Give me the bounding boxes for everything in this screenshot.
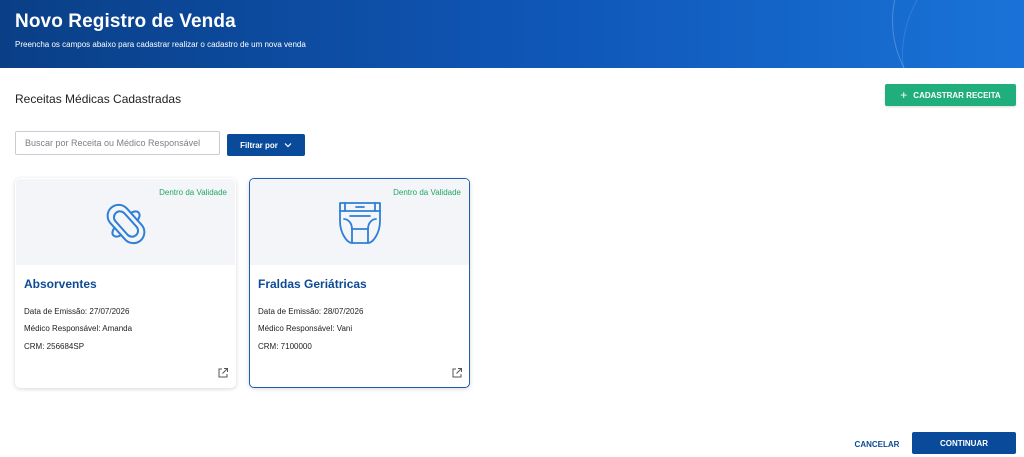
card-image-area: Dentro da Validade — [250, 179, 469, 265]
sanitary-pad-icon — [106, 203, 145, 245]
card-image-area: Dentro da Validade — [16, 179, 235, 265]
page-subtitle: Preencha os campos abaixo para cadastrar… — [15, 40, 306, 49]
card-title: Absorventes — [24, 277, 97, 291]
responsible-doctor: Médico Responsável: Amanda — [24, 324, 133, 333]
section-title: Receitas Médicas Cadastradas — [15, 92, 182, 106]
external-link-icon[interactable] — [217, 367, 229, 379]
issue-date: Data de Emissão: 28/07/2026 — [258, 307, 364, 316]
plus-icon: + — [900, 88, 908, 102]
issue-date: Data de Emissão: 27/07/2026 — [24, 307, 130, 316]
register-prescription-button[interactable]: + CADASTRAR RECEITA — [885, 84, 1016, 106]
header-decoration — [902, 0, 1024, 68]
page-header: Novo Registro de Venda Preencha os campo… — [0, 0, 1024, 68]
prescription-card[interactable]: Dentro da Validade Absorventes Data de E… — [15, 178, 236, 388]
chevron-down-icon — [284, 143, 292, 148]
validity-badge: Dentro da Validade — [159, 188, 227, 197]
filter-button[interactable]: Filtrar por — [227, 134, 305, 156]
register-prescription-label: CADASTRAR RECEITA — [913, 90, 1001, 100]
cancel-button[interactable]: CANCELAR — [848, 434, 906, 454]
filter-label: Filtrar por — [240, 140, 278, 150]
prescription-card[interactable]: Dentro da Validade Fraldas Geriátricas D… — [249, 178, 470, 388]
external-link-icon[interactable] — [451, 367, 463, 379]
search-input[interactable] — [15, 131, 220, 155]
diaper-icon — [338, 202, 381, 244]
validity-badge: Dentro da Validade — [393, 188, 461, 197]
card-title: Fraldas Geriátricas — [258, 277, 367, 291]
crm-number: CRM: 256684SP — [24, 342, 85, 351]
crm-number: CRM: 7100000 — [258, 342, 312, 351]
continue-button[interactable]: CONTINUAR — [912, 432, 1016, 454]
responsible-doctor: Médico Responsável: Vani — [258, 324, 353, 333]
page-title: Novo Registro de Venda — [15, 11, 236, 32]
